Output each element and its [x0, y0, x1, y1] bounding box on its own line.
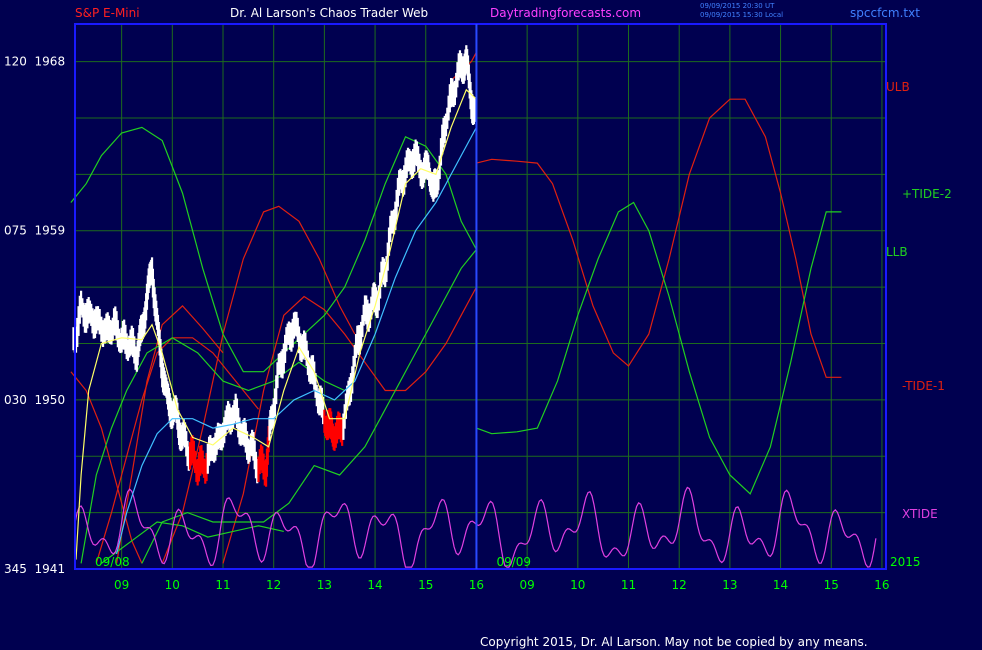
red-cycle-line	[161, 205, 356, 564]
y-tick-label: 120 1968	[4, 55, 65, 69]
x-tick-label: 15	[418, 578, 433, 592]
header-time-local: 09/09/2015 15:30 Local	[700, 11, 783, 19]
date-label: 09/09	[496, 555, 531, 569]
header-site-link[interactable]: Daytradingforecasts.com	[490, 6, 641, 20]
y-tick-label: 030 1950	[4, 393, 65, 407]
x-axis-labels: 09 10 11 12 13 14 15 16 09 10 11 12 13 14 15 16 09/08 09/…	[95, 555, 921, 592]
x-tick-label: 16	[469, 578, 484, 592]
y-tick-label: 075 1959	[4, 224, 65, 238]
series-label: +TIDE-2	[902, 187, 952, 201]
green-cycle-line	[475, 136, 842, 495]
year-label: 2015	[890, 555, 921, 569]
header-title: Dr. Al Larson's Chaos Trader Web	[230, 6, 428, 20]
x-tick-label: 10	[165, 578, 180, 592]
date-label: 09/08	[95, 555, 130, 569]
series-labels: ULB +TIDE-2 LLB -TIDE-1 XTIDE	[886, 80, 952, 521]
x-tick-label: 15	[824, 578, 839, 592]
header-time-utc: 09/09/2015 20:30 UT	[700, 2, 775, 10]
price-bars	[72, 45, 477, 487]
x-tick-label: 13	[722, 578, 737, 592]
x-tick-label: 12	[672, 578, 687, 592]
red-cycle-lines	[70, 51, 842, 564]
x-tick-label: 09	[519, 578, 534, 592]
series-label: LLB	[886, 245, 908, 259]
grid-lines	[75, 24, 886, 570]
x-tick-label: 14	[367, 578, 382, 592]
chart-area: S&P E-Mini Dr. Al Larson's Chaos Trader …	[4, 2, 952, 649]
header-filename: spccfcm.txt	[850, 6, 920, 20]
x-tick-label: 11	[215, 578, 230, 592]
series-label: ULB	[886, 80, 910, 94]
plot-frame	[74, 23, 887, 570]
series-label: XTIDE	[902, 507, 938, 521]
y-axis-labels: 120 1968 075 1959 030 1950 345 1941	[4, 55, 65, 576]
x-tick-label: 11	[621, 578, 636, 592]
series-label: -TIDE-1	[902, 379, 945, 393]
x-tick-label: 16	[874, 578, 889, 592]
x-tick-label: 13	[317, 578, 332, 592]
y-tick-label: 345 1941	[4, 562, 65, 576]
x-tick-label: 10	[570, 578, 585, 592]
x-tick-label: 09	[114, 578, 129, 592]
x-tick-label: 14	[773, 578, 788, 592]
red-cycle-line	[476, 98, 842, 378]
x-tick-label: 12	[266, 578, 281, 592]
header-instrument: S&P E-Mini	[75, 6, 140, 20]
copyright: Copyright 2015, Dr. Al Larson. May not b…	[480, 635, 868, 649]
